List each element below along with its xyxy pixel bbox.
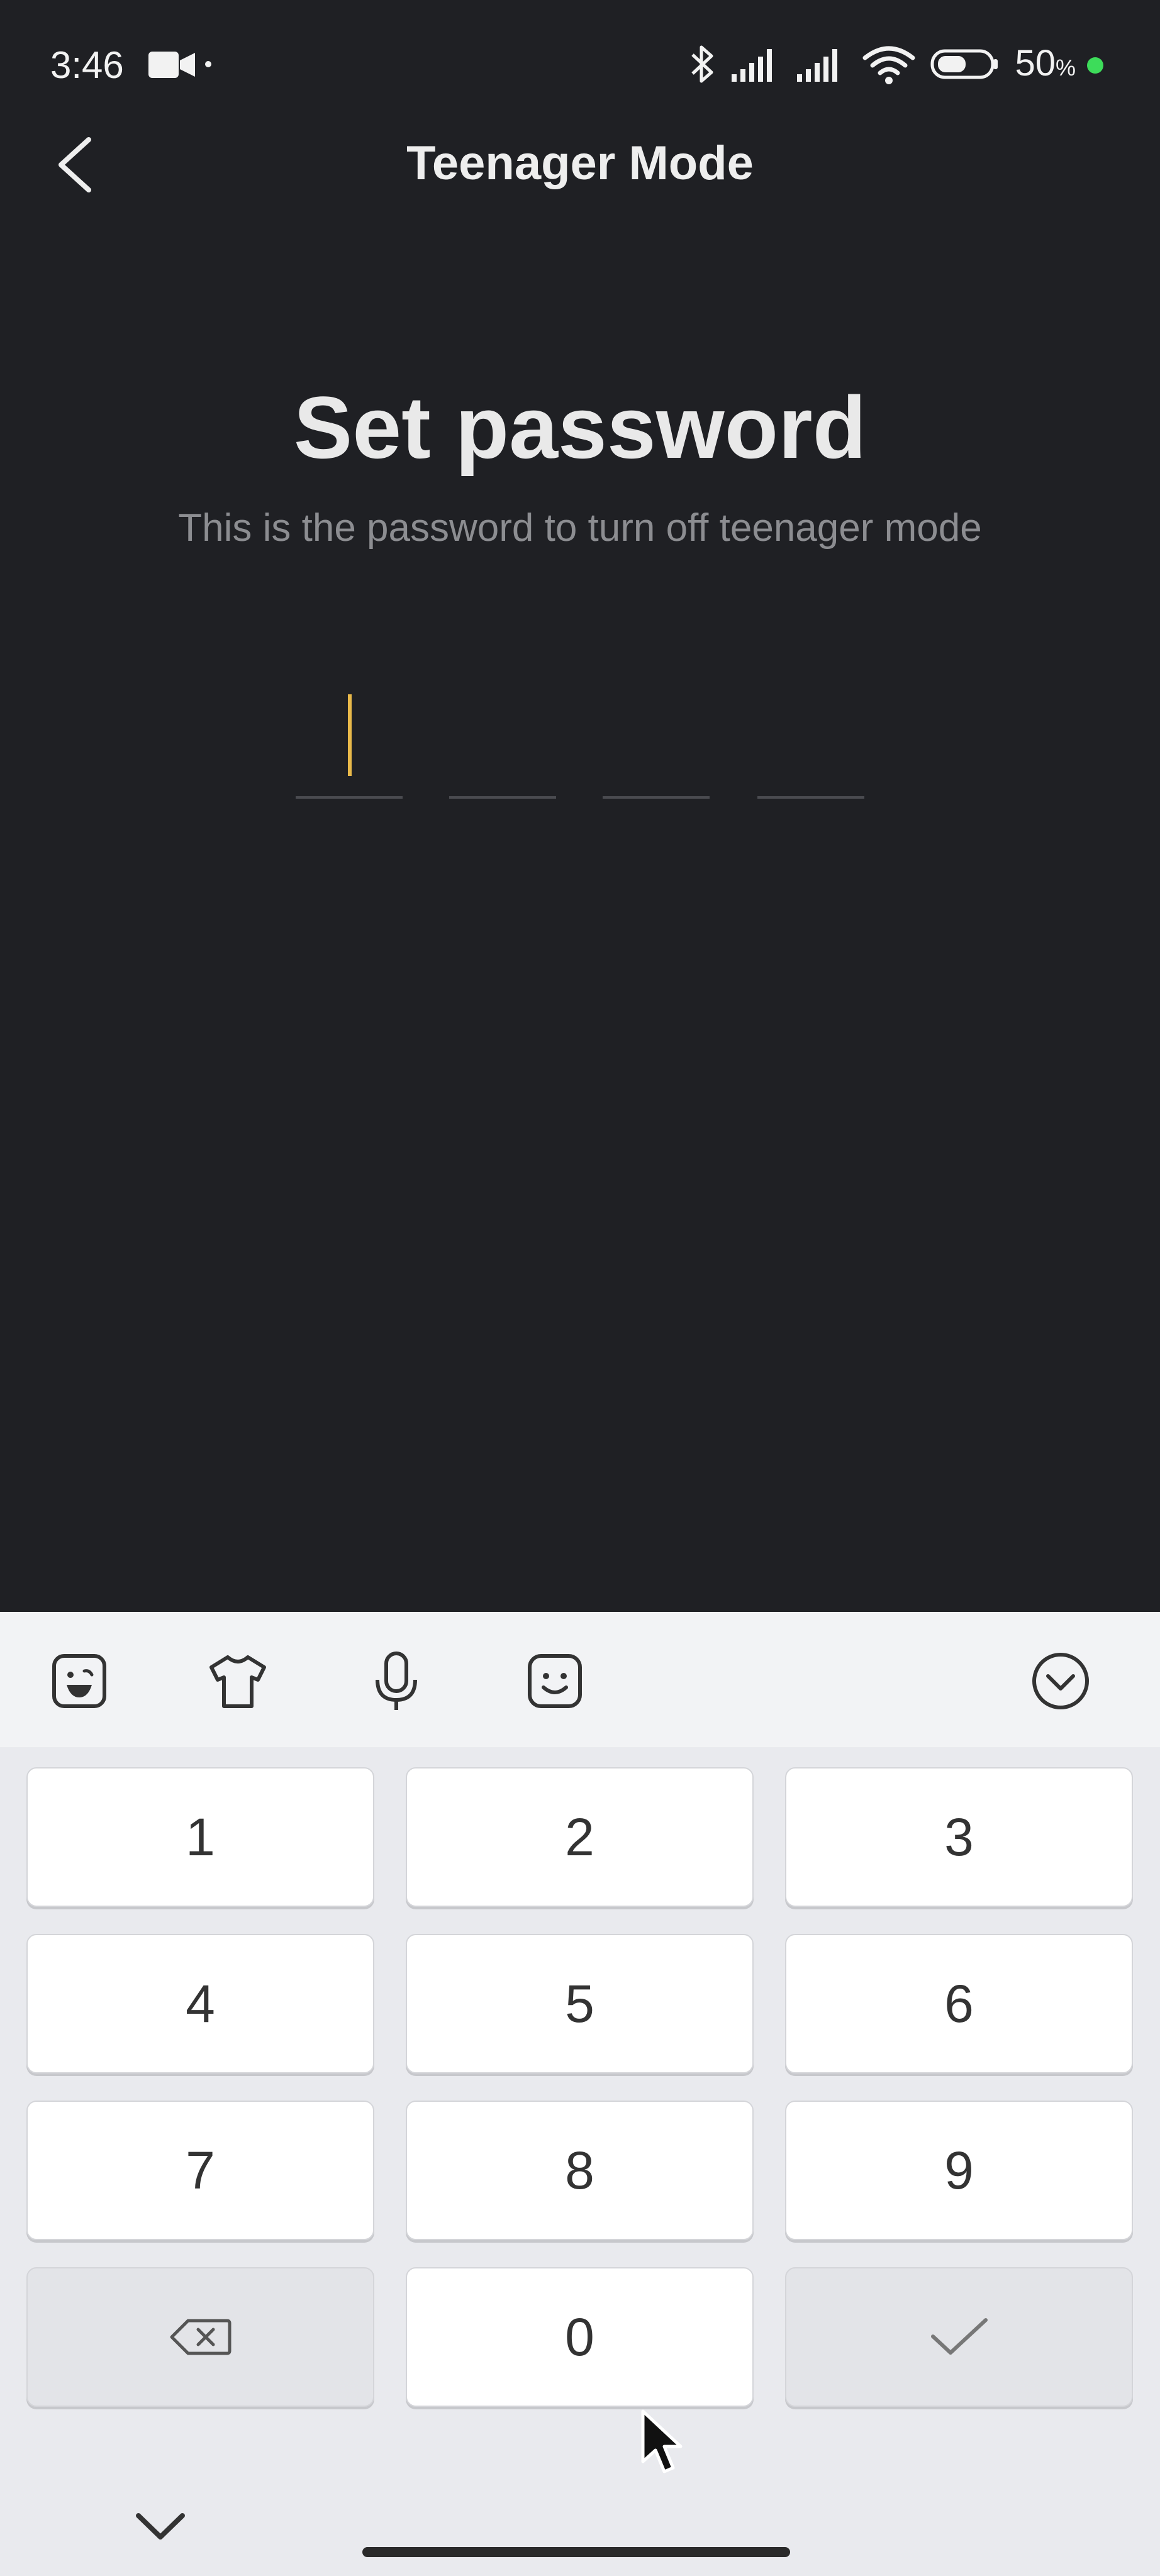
video-camera-icon (148, 50, 195, 82)
key-3[interactable]: 3 (785, 1767, 1133, 1907)
pin-input[interactable] (296, 686, 864, 799)
key-6[interactable]: 6 (785, 1934, 1133, 2074)
key-7[interactable]: 7 (26, 2101, 374, 2240)
collapse-keyboard-button[interactable] (126, 2492, 195, 2562)
key-1[interactable]: 1 (26, 1767, 374, 1907)
chevron-down-icon (136, 2513, 185, 2540)
keyboard-toolbar (0, 1612, 1160, 1747)
key-8[interactable]: 8 (406, 2101, 754, 2240)
wifi-icon (862, 44, 915, 87)
page-title: Teenager Mode (406, 136, 754, 190)
pin-slot-4[interactable] (757, 686, 864, 799)
mouse-pointer-icon (641, 2409, 683, 2473)
confirm-key[interactable] (785, 2267, 1133, 2407)
set-password-title: Set password (293, 378, 867, 477)
header-bar: Teenager Mode (0, 126, 1160, 201)
key-4[interactable]: 4 (26, 1934, 374, 2074)
theme-shirt-icon[interactable] (200, 1643, 276, 1719)
pin-slot-3[interactable] (603, 686, 710, 799)
signal-strength-icon-2 (797, 47, 847, 85)
charging-indicator (1087, 57, 1103, 74)
status-bar: 3:46 50% (0, 0, 1160, 126)
checkmark-icon (930, 2318, 988, 2355)
hide-keyboard-icon[interactable] (1023, 1643, 1098, 1719)
key-0[interactable]: 0 (406, 2267, 754, 2407)
key-2[interactable]: 2 (406, 1767, 754, 1907)
text-cursor (348, 694, 352, 776)
battery-percentage: 50% (1015, 42, 1076, 84)
bluetooth-icon (689, 43, 717, 88)
notification-dot (205, 61, 211, 67)
backspace-key[interactable] (26, 2267, 374, 2407)
status-time: 3:46 (50, 44, 124, 86)
sticker-icon[interactable] (517, 1643, 593, 1719)
signal-strength-icon-1 (732, 47, 782, 85)
screen: 3:46 50% Teenager Mode Set password This… (0, 0, 1160, 2576)
key-9[interactable]: 9 (785, 2101, 1133, 2240)
battery-icon (930, 48, 1000, 84)
pin-slot-2[interactable] (449, 686, 556, 799)
microphone-icon[interactable] (359, 1643, 434, 1719)
emoji-icon[interactable] (42, 1643, 117, 1719)
pin-slot-1[interactable] (296, 686, 403, 799)
backspace-icon (170, 2319, 231, 2355)
numeric-keyboard: 1 2 3 4 5 6 7 8 9 0 (0, 1612, 1160, 2576)
home-indicator[interactable] (362, 2547, 790, 2557)
key-5[interactable]: 5 (406, 1934, 754, 2074)
status-icons: 50% (689, 43, 1103, 88)
set-password-subtitle: This is the password to turn off teenage… (178, 506, 982, 550)
